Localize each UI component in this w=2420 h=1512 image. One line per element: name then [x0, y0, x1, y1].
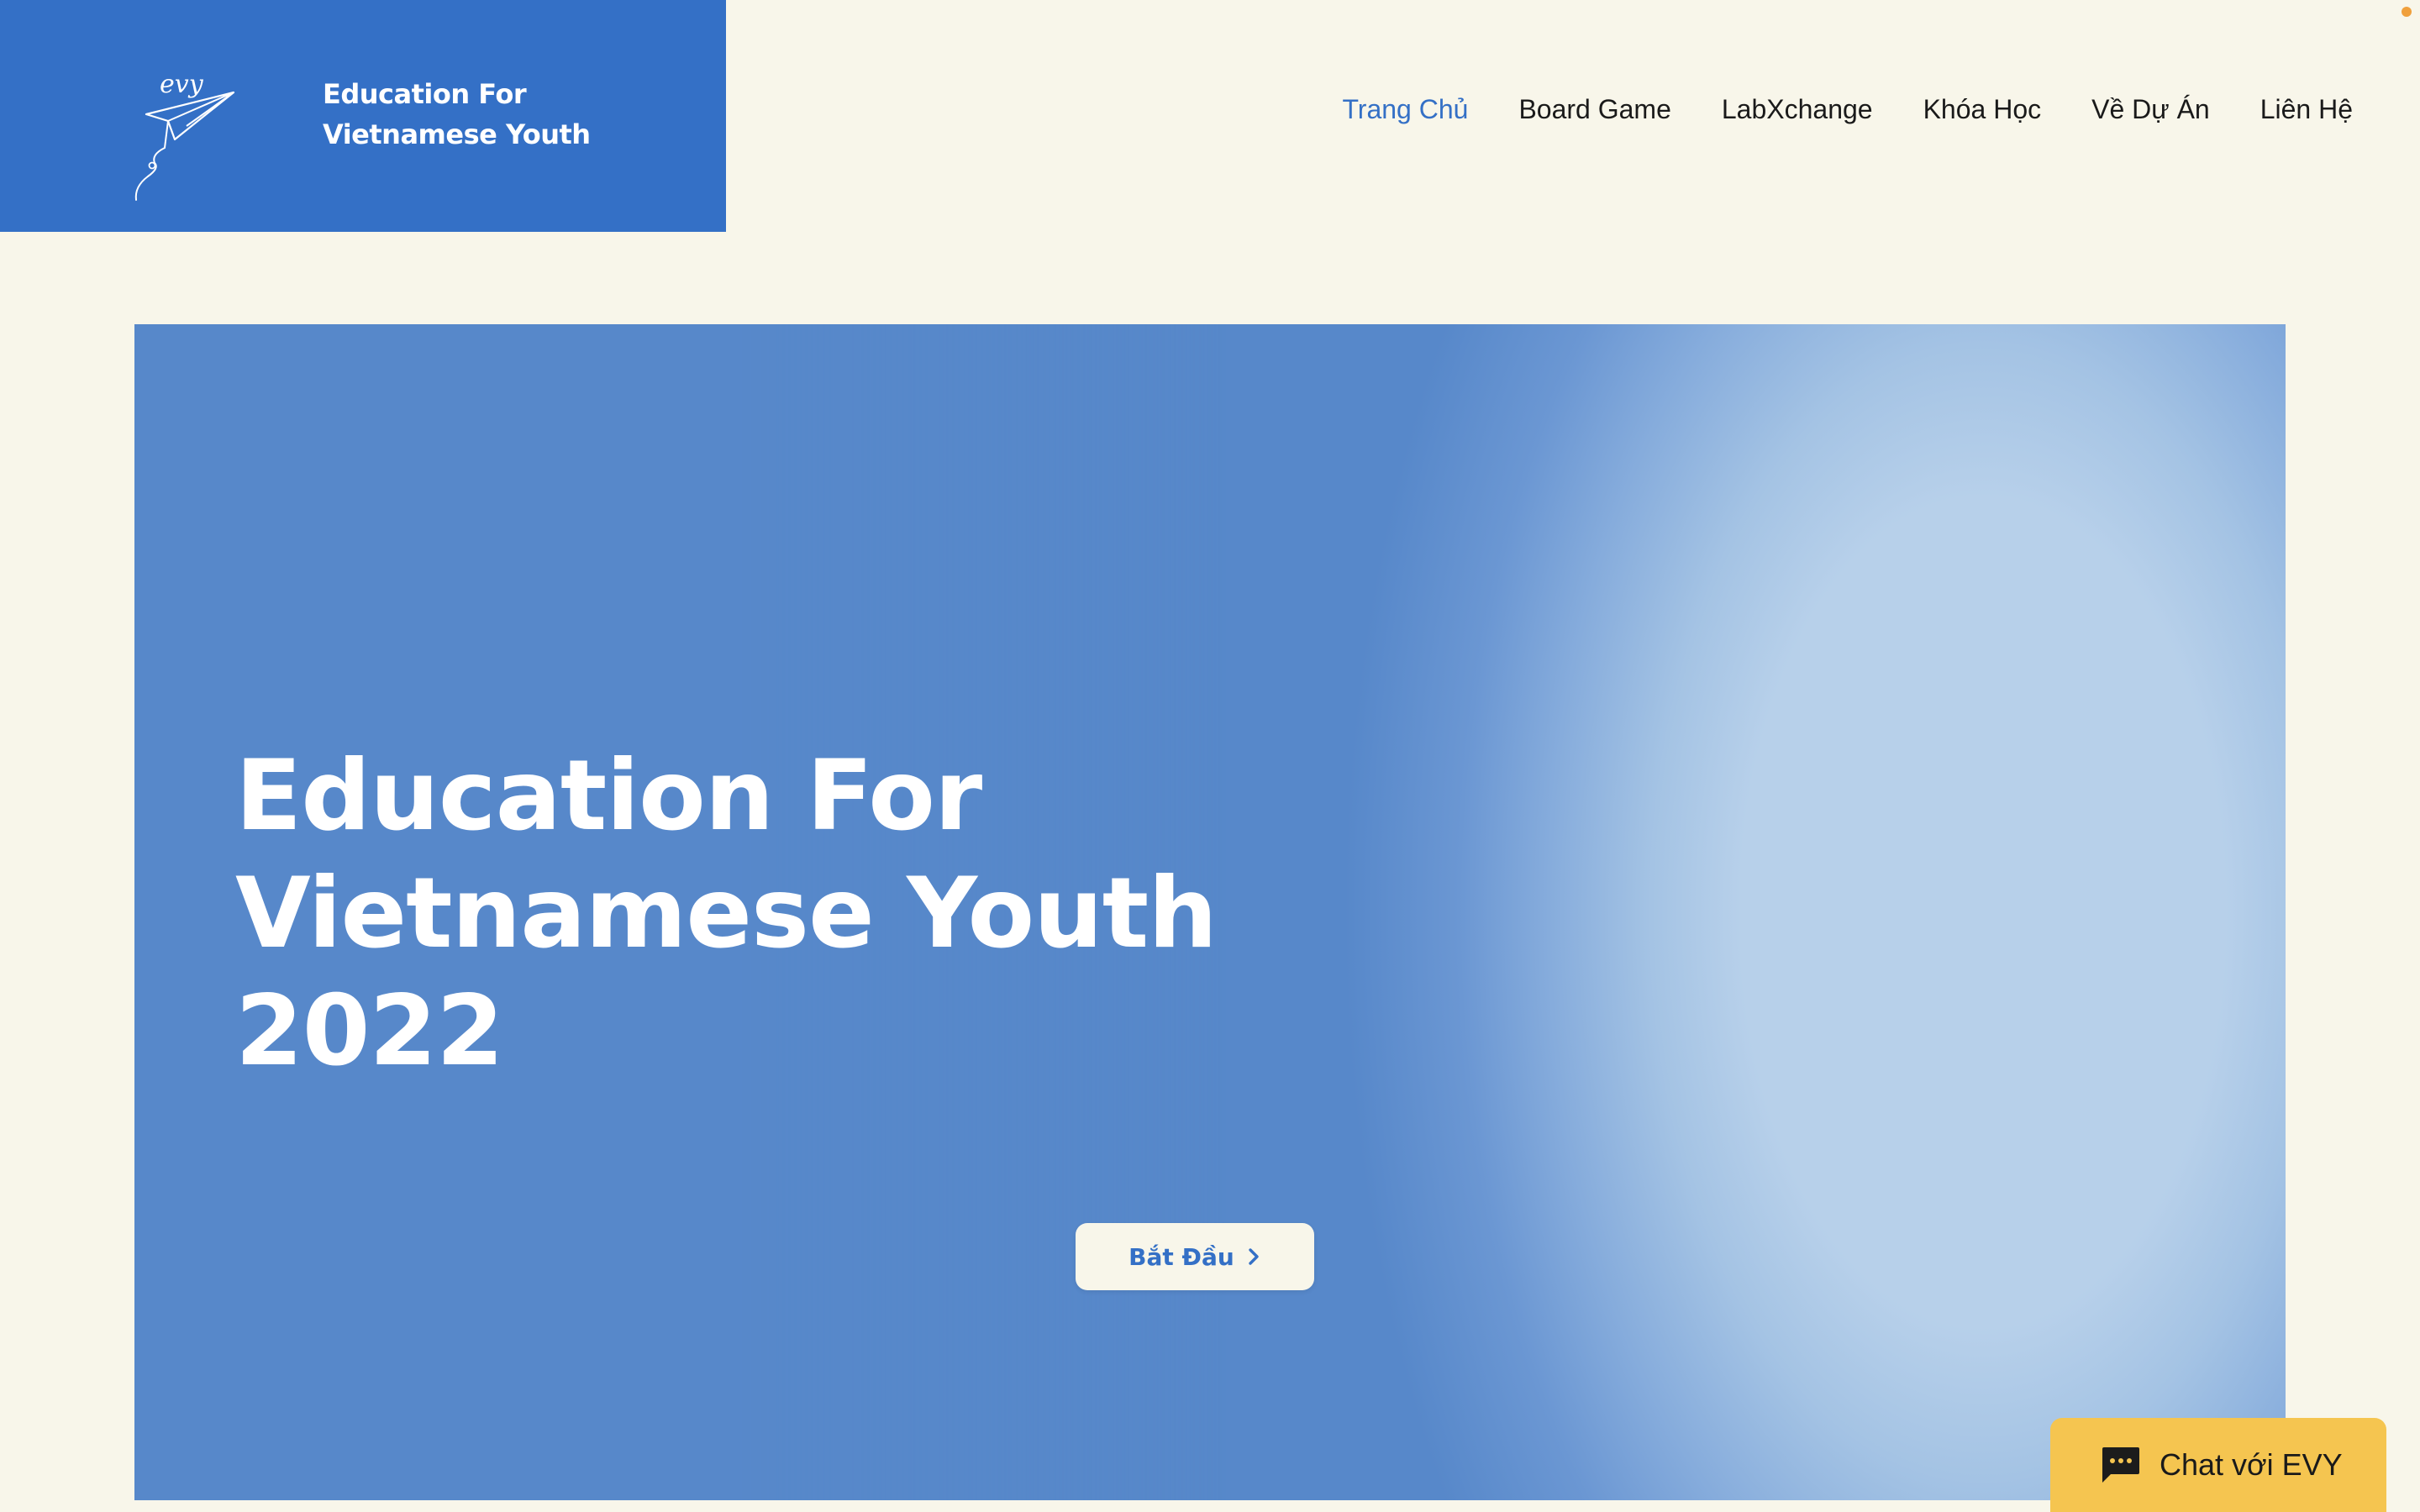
brand-line-2: Vietnamese Youth — [323, 118, 591, 150]
start-button-label: Bắt Đầu — [1128, 1242, 1234, 1271]
paper-plane-icon: evy — [134, 70, 235, 201]
brand-name: Education For Vietnamese Youth — [323, 74, 591, 155]
hero-title-line-3: 2022 — [235, 974, 504, 1088]
nav-item-labxchange[interactable]: LabXchange — [1722, 94, 1873, 125]
nav-item-khoa-hoc[interactable]: Khóa Học — [1923, 94, 2042, 125]
main-nav: Trang Chủ Board Game LabXchange Khóa Học… — [1292, 94, 2353, 125]
notification-dot — [2402, 7, 2412, 17]
hero-title: Education For Vietnamese Youth 2022 — [235, 738, 1412, 1090]
start-button[interactable]: Bắt Đầu — [1076, 1223, 1314, 1290]
nav-item-ve-du-an[interactable]: Về Dự Án — [2091, 94, 2210, 125]
chevron-right-icon — [1249, 1248, 1259, 1265]
chat-label: Chat với EVY — [2160, 1447, 2343, 1482]
hero-title-line-1: Education For — [235, 739, 982, 853]
nav-item-trang-chu[interactable]: Trang Chủ — [1342, 94, 1468, 125]
chat-bubble-icon — [2102, 1447, 2139, 1483]
nav-item-board-game[interactable]: Board Game — [1518, 94, 1670, 125]
chat-widget-button[interactable]: Chat với EVY — [2050, 1418, 2386, 1512]
brand-line-1: Education For — [323, 78, 527, 110]
hero-title-line-2: Vietnamese Youth — [235, 857, 1218, 970]
logo-block[interactable]: evy Education For Vietnamese Youth — [0, 0, 726, 232]
hero-banner: Education For Vietnamese Youth 2022 Bắt … — [134, 324, 2286, 1500]
nav-item-lien-he[interactable]: Liên Hệ — [2260, 94, 2353, 125]
svg-text:evy: evy — [160, 70, 204, 99]
